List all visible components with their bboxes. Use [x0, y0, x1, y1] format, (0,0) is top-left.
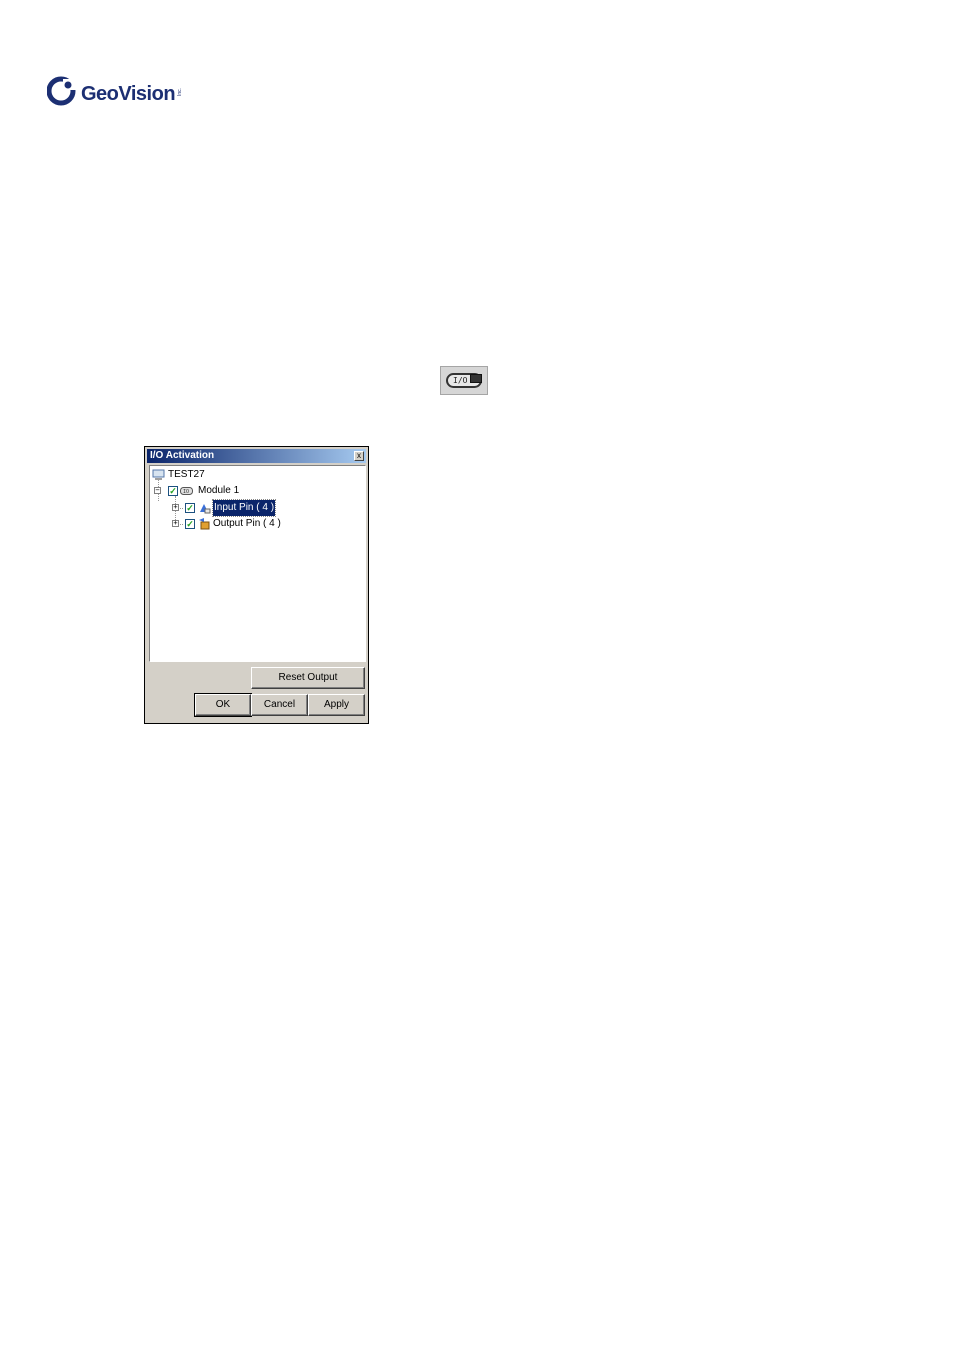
computer-icon	[152, 469, 165, 480]
geovision-logo: GeoVision Inc.	[47, 76, 192, 112]
apply-button[interactable]: Apply	[308, 694, 365, 716]
tree-item-label: TEST27	[168, 469, 205, 480]
cancel-button[interactable]: Cancel	[251, 694, 308, 716]
module-checkbox[interactable]: ✓	[168, 486, 178, 496]
input-pin-checkbox[interactable]: ✓	[185, 503, 195, 513]
tree-item-label: Input Pin ( 4 )	[211, 499, 277, 517]
logo-text: GeoVision	[81, 83, 176, 105]
geovision-logo-icon	[47, 76, 77, 106]
io-module-icon: IO	[180, 487, 193, 495]
tree-item-label: Module 1	[198, 485, 240, 496]
input-pin-icon	[200, 504, 211, 514]
svg-text:IO: IO	[183, 489, 189, 495]
output-pin-checkbox[interactable]: ✓	[185, 519, 195, 529]
tree-item-output-pin[interactable]: + ✓ Output Pin ( 4 )	[152, 516, 352, 532]
dialog-titlebar[interactable]: I/O Activation x	[147, 449, 366, 463]
reset-output-button[interactable]: Reset Output	[251, 667, 365, 689]
expand-icon[interactable]: +	[172, 520, 179, 527]
monitor-icon	[470, 374, 482, 383]
logo-mark: Inc.	[177, 88, 183, 97]
io-toolbar-button[interactable]: I/O	[440, 366, 488, 395]
tree-item-module[interactable]: − ✓ IO Module 1	[152, 483, 352, 499]
expand-icon[interactable]: +	[172, 504, 179, 511]
output-pin-icon	[199, 518, 210, 530]
tree-item-input-pin[interactable]: + ✓ Input Pin ( 4 )	[152, 499, 352, 517]
close-button[interactable]: x	[354, 451, 364, 461]
io-activation-dialog: I/O Activation x TEST27 − ✓ IO Module 1 …	[144, 446, 369, 724]
tree-item-label: Output Pin ( 4 )	[213, 518, 281, 529]
io-button-label: I/O	[453, 376, 468, 385]
dialog-title: I/O Activation	[150, 450, 215, 461]
collapse-icon[interactable]: −	[154, 487, 161, 494]
device-tree[interactable]: TEST27 − ✓ IO Module 1 + ✓ Input Pin ( 4…	[149, 465, 366, 662]
close-icon: x	[357, 451, 361, 460]
tree-item-root[interactable]: TEST27	[152, 467, 352, 483]
ok-button[interactable]: OK	[194, 693, 252, 717]
